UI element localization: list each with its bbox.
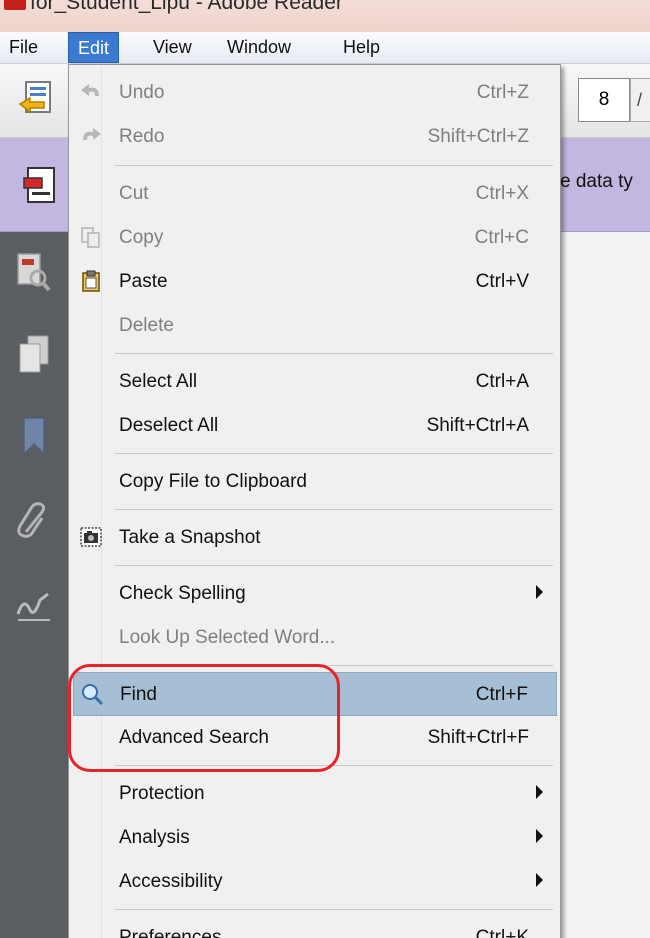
menu-item-label: Copy: [119, 227, 164, 248]
camera-icon: [80, 527, 102, 547]
menu-separator: [115, 509, 553, 510]
menu-item-copy[interactable]: Copy Ctrl+C: [73, 216, 557, 260]
edit-menu-dropdown: Undo Ctrl+Z Redo Shift+Ctrl+Z Cut Ctrl+X…: [68, 64, 561, 938]
menu-separator: [115, 453, 553, 454]
menu-item-shortcut: Shift+Ctrl+Z: [427, 126, 529, 147]
menu-item-shortcut: Ctrl+V: [475, 271, 529, 292]
menu-item-label: Protection: [119, 783, 205, 804]
menu-item-select-all[interactable]: Select All Ctrl+A: [73, 360, 557, 404]
menu-separator: [115, 909, 553, 910]
page-count-field: /: [630, 78, 650, 122]
window-title: for_Student_Lipu - Adobe Reader: [30, 0, 343, 14]
menu-item-take-snapshot[interactable]: Take a Snapshot: [73, 516, 557, 560]
submenu-arrow-icon: [536, 829, 543, 843]
menu-item-protection[interactable]: Protection: [73, 772, 557, 816]
menu-file[interactable]: File: [0, 32, 47, 63]
menu-separator: [115, 565, 553, 566]
red-highlight-annotation: [68, 664, 340, 772]
redo-icon: [83, 128, 101, 140]
menu-item-shortcut: Ctrl+Z: [476, 82, 529, 103]
form-document-icon: [23, 167, 55, 203]
page-number-input[interactable]: 8: [578, 78, 630, 122]
menu-help[interactable]: Help: [334, 32, 389, 63]
menu-edit[interactable]: Edit: [68, 32, 120, 63]
submenu-arrow-icon: [536, 585, 543, 599]
create-pdf-icon[interactable]: [16, 78, 60, 122]
menu-item-label: Select All: [119, 371, 198, 392]
submenu-arrow-icon: [536, 785, 543, 799]
menu-item-shortcut: Ctrl+X: [475, 183, 529, 204]
submenu-arrow-icon: [536, 873, 543, 887]
menu-item-shortcut: Ctrl+F: [475, 684, 528, 705]
menu-item-label: Analysis: [119, 827, 190, 848]
menu-item-redo[interactable]: Redo Shift+Ctrl+Z: [73, 115, 557, 159]
title-bar: for_Student_Lipu - Adobe Reader: [0, 0, 650, 32]
undo-icon: [81, 84, 99, 96]
menu-item-label: Accessibility: [119, 871, 223, 892]
menu-item-label: Preferences...: [119, 927, 238, 938]
notice-text: e data ty: [560, 171, 633, 192]
menu-item-copy-file-to-clipboard[interactable]: Copy File to Clipboard: [73, 460, 557, 504]
menu-item-label: Paste: [119, 271, 168, 292]
menu-item-check-spelling[interactable]: Check Spelling: [73, 572, 557, 616]
menu-item-label: Look Up Selected Word...: [119, 627, 336, 648]
menu-item-label: Check Spelling: [119, 583, 246, 604]
attachment-icon[interactable]: [14, 500, 54, 544]
menu-item-cut[interactable]: Cut Ctrl+X: [73, 172, 557, 216]
menu-separator: [115, 353, 553, 354]
menu-item-shortcut: Shift+Ctrl+A: [426, 415, 529, 436]
menu-item-label: Delete: [119, 315, 174, 336]
menu-item-accessibility[interactable]: Accessibility: [73, 860, 557, 904]
menu-item-label: Take a Snapshot: [119, 527, 261, 548]
menu-item-undo[interactable]: Undo Ctrl+Z: [73, 71, 557, 115]
menu-window[interactable]: Window: [218, 32, 300, 63]
menu-item-label: Deselect All: [119, 415, 219, 436]
menu-item-shortcut: Ctrl+A: [475, 371, 529, 392]
menu-item-label: Cut: [119, 183, 149, 204]
menu-separator: [115, 165, 553, 166]
pages-icon[interactable]: [14, 332, 54, 376]
bookmark-icon[interactable]: [14, 414, 54, 458]
menu-item-label: Redo: [119, 126, 165, 147]
menu-item-preferences[interactable]: Preferences... Ctrl+K: [73, 916, 557, 938]
menu-item-look-up-selected-word[interactable]: Look Up Selected Word...: [73, 616, 557, 660]
menu-item-analysis[interactable]: Analysis: [73, 816, 557, 860]
menu-item-shortcut: Ctrl+C: [474, 227, 529, 248]
menu-item-deselect-all[interactable]: Deselect All Shift+Ctrl+A: [73, 404, 557, 448]
clipboard-icon: [82, 270, 100, 292]
search-document-icon[interactable]: [14, 250, 54, 294]
navigation-panel: [0, 232, 68, 938]
menu-item-paste[interactable]: Paste Ctrl+V: [73, 260, 557, 304]
menu-bar: File Edit View Window Help: [0, 32, 650, 64]
menu-item-label: Undo: [119, 82, 165, 103]
menu-view[interactable]: View: [144, 32, 201, 63]
menu-item-shortcut: Shift+Ctrl+F: [427, 727, 529, 748]
copy-icon: [81, 227, 100, 248]
menu-item-delete[interactable]: Delete: [73, 304, 557, 348]
menu-item-shortcut: Ctrl+K: [475, 927, 529, 938]
signature-icon[interactable]: [14, 584, 54, 628]
adobe-reader-icon: [4, 0, 26, 10]
menu-item-label: Copy File to Clipboard: [119, 471, 307, 492]
